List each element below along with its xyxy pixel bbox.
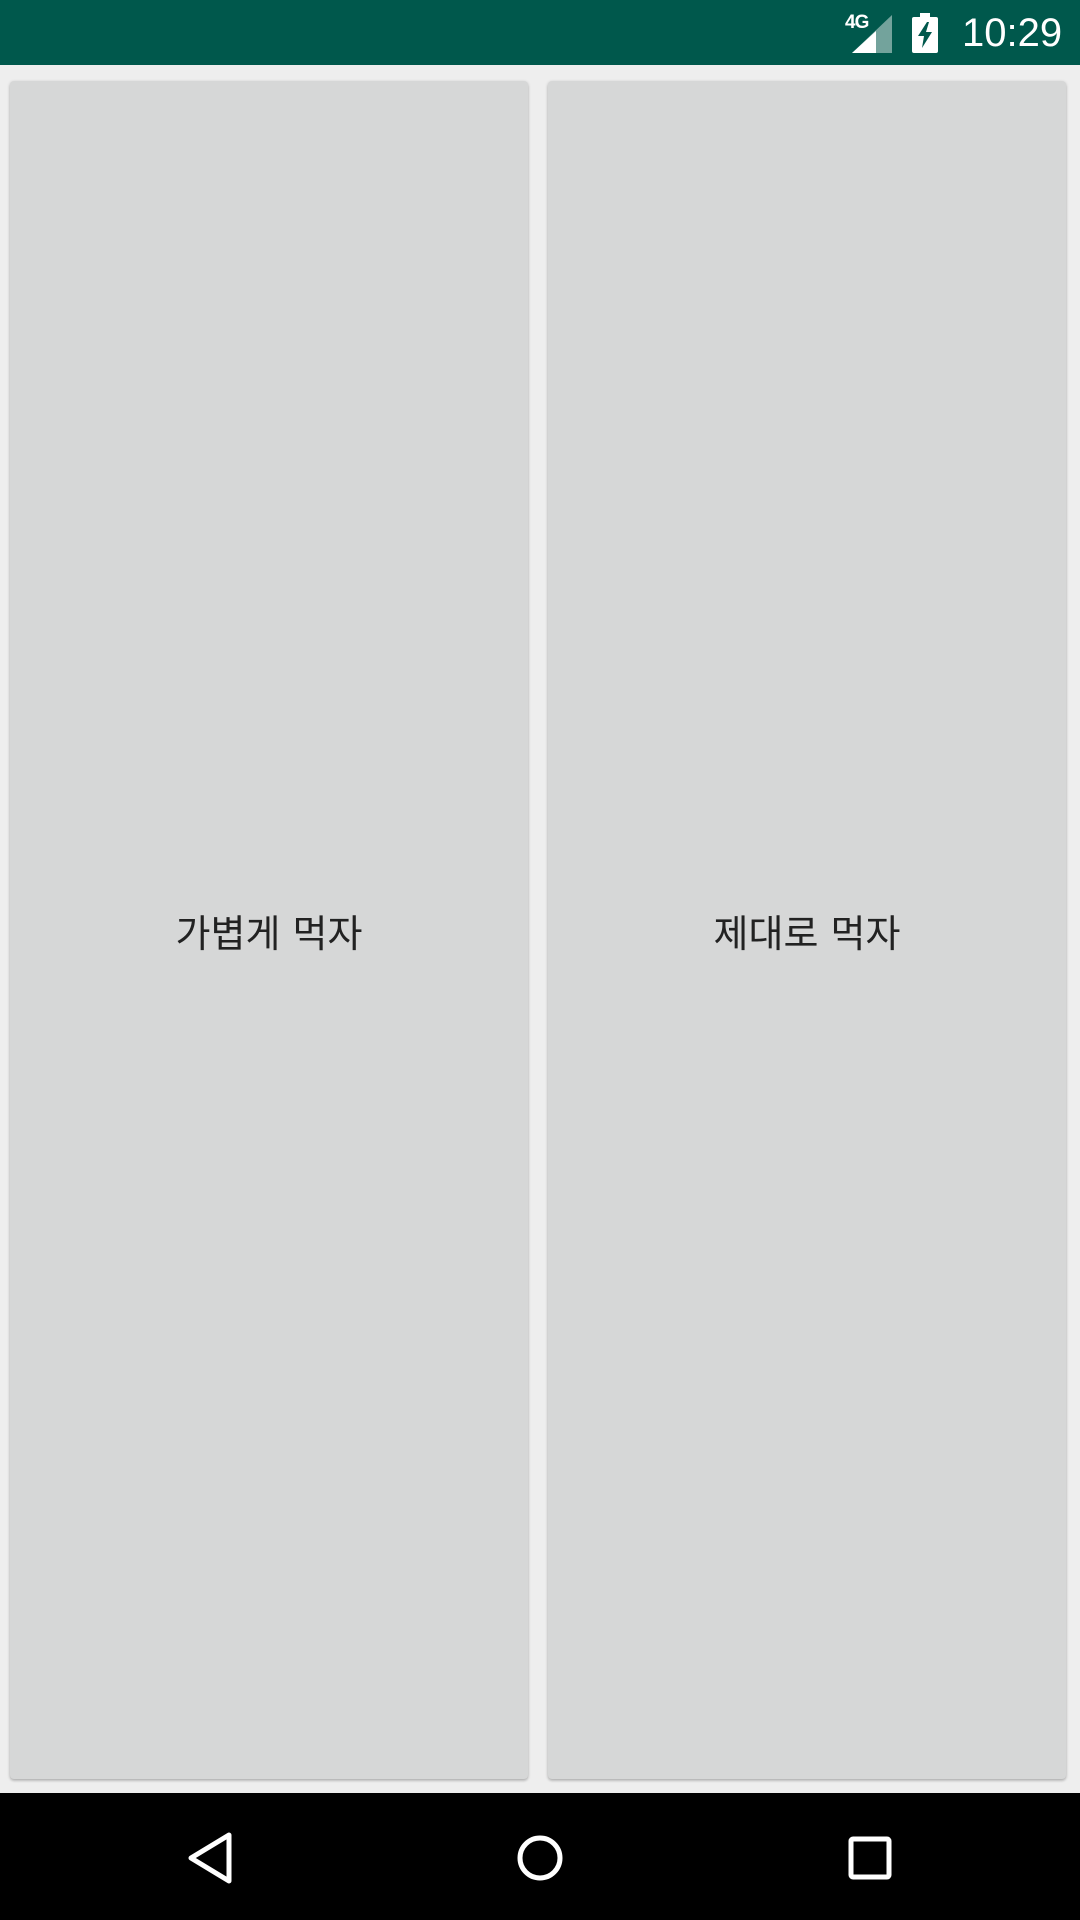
light-meal-button-label: 가볍게 먹자 [175,911,363,956]
status-clock: 10:29 [962,11,1063,55]
proper-meal-button-label: 제대로 먹자 [713,911,901,956]
battery-charging-icon [912,13,938,53]
recents-icon [848,1836,892,1880]
back-button[interactable] [165,1813,255,1903]
signal-icon [852,15,892,53]
recents-button[interactable] [825,1813,915,1903]
proper-meal-button[interactable]: 제대로 먹자 [548,81,1066,1779]
home-button[interactable] [495,1813,585,1903]
back-icon [188,1832,232,1884]
main-content: 가볍게 먹자 제대로 먹자 [0,65,1080,1793]
light-meal-button[interactable]: 가볍게 먹자 [10,81,528,1779]
status-bar: 4G 10:29 [0,0,1080,65]
home-icon [517,1835,563,1881]
navigation-bar [0,1793,1080,1920]
